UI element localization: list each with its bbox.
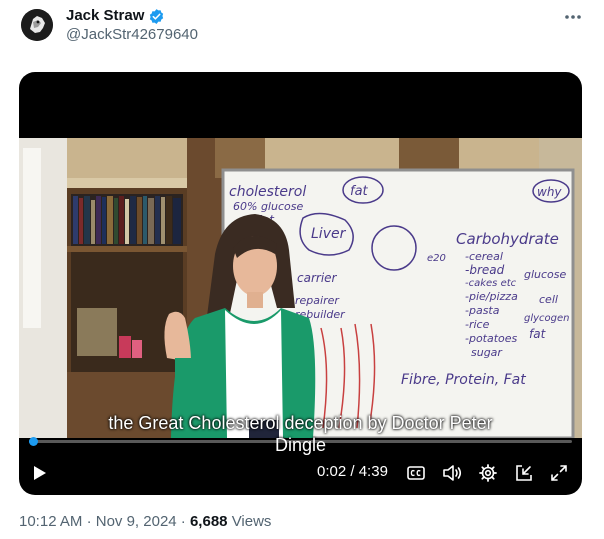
more-horizontal-icon <box>565 15 581 19</box>
wb-glucose-right: glucose <box>524 268 567 281</box>
wb-carb-item-5: -pasta <box>465 304 500 317</box>
wb-carb-item-1: -cereal <box>465 250 503 263</box>
time-separator: / <box>350 463 355 480</box>
book-spines <box>73 196 181 244</box>
wb-carb-item-7: -potatoes <box>465 332 518 345</box>
fullscreen-icon <box>551 465 567 481</box>
wb-glycogen: glycogen <box>524 313 570 324</box>
progress-bar[interactable] <box>28 437 572 446</box>
wb-glucose-pct: 60% glucose <box>233 200 303 213</box>
views-count[interactable]: 6,688 <box>190 513 228 530</box>
wb-fibre: Fibre, Protein, Fat <box>401 372 526 388</box>
captions-button[interactable] <box>406 463 426 483</box>
wb-carb-item-2: -bread <box>465 263 505 277</box>
wb-carb-item-8: sugar <box>471 346 503 359</box>
wb-carbohydrate: Carbohydrate <box>456 230 559 248</box>
wb-carb-item-4: -pie/pizza <box>465 290 518 303</box>
video-caption: the Great Cholesterol deception by Docto… <box>19 412 582 456</box>
tweet-time[interactable]: 10:12 AM <box>19 513 82 530</box>
duration: 4:39 <box>358 463 388 480</box>
video-controls: 0:02 / 4:39 <box>19 452 582 492</box>
tweet-header: Jack Straw @JackStr42679640 <box>0 0 604 60</box>
play-icon <box>34 466 46 480</box>
wb-cell: cell <box>539 293 558 306</box>
settings-icon <box>479 464 497 482</box>
popout-button[interactable] <box>513 462 535 484</box>
author-name-text[interactable]: Jack Straw <box>66 7 144 25</box>
views-label: Views <box>231 513 272 530</box>
time-display: 0:02 / 4:39 <box>317 462 388 482</box>
wb-carb-item-3: -cakes etc <box>465 278 517 289</box>
settings-button[interactable] <box>477 462 499 484</box>
volume-icon <box>443 465 462 481</box>
volume-button[interactable] <box>441 462 463 484</box>
author-handle[interactable]: @JackStr42679640 <box>66 26 198 44</box>
wb-fat-right: fat <box>529 327 547 341</box>
meta-separator: · <box>86 513 92 530</box>
captions-icon <box>407 466 425 480</box>
wb-why: why <box>537 185 562 199</box>
wb-repairer: repairer <box>295 294 340 307</box>
wb-liver: Liver <box>311 226 347 242</box>
wb-e20: e20 <box>427 253 446 264</box>
verified-badge-icon[interactable] <box>148 8 165 25</box>
video-player[interactable]: cholesterol 60% glucose Fat fat Liver e2… <box>19 72 582 495</box>
tweet-meta: 10:12 AM · Nov 9, 2024 · 6,688 Views <box>19 512 271 532</box>
current-time: 0:02 <box>317 463 347 480</box>
play-button[interactable] <box>29 462 51 484</box>
wb-cholesterol: cholesterol <box>229 184 306 200</box>
more-options-button[interactable] <box>562 8 584 26</box>
tweet-date[interactable]: Nov 9, 2024 <box>96 513 177 530</box>
progress-handle[interactable] <box>28 437 38 446</box>
author-display-name[interactable]: Jack Straw <box>66 7 165 25</box>
popout-icon <box>516 465 532 481</box>
video-frame[interactable]: cholesterol 60% glucose Fat fat Liver e2… <box>19 138 582 438</box>
avatar-image <box>21 9 53 41</box>
wb-carrier: carrier <box>297 271 338 285</box>
avatar[interactable] <box>21 9 53 41</box>
caption-line-1: the Great Cholesterol deception by Docto… <box>108 413 493 433</box>
meta-separator: · <box>180 513 186 530</box>
fullscreen-button[interactable] <box>548 462 570 484</box>
wb-carb-item-6: -rice <box>465 318 490 331</box>
wb-fat-circled: fat <box>350 184 369 199</box>
